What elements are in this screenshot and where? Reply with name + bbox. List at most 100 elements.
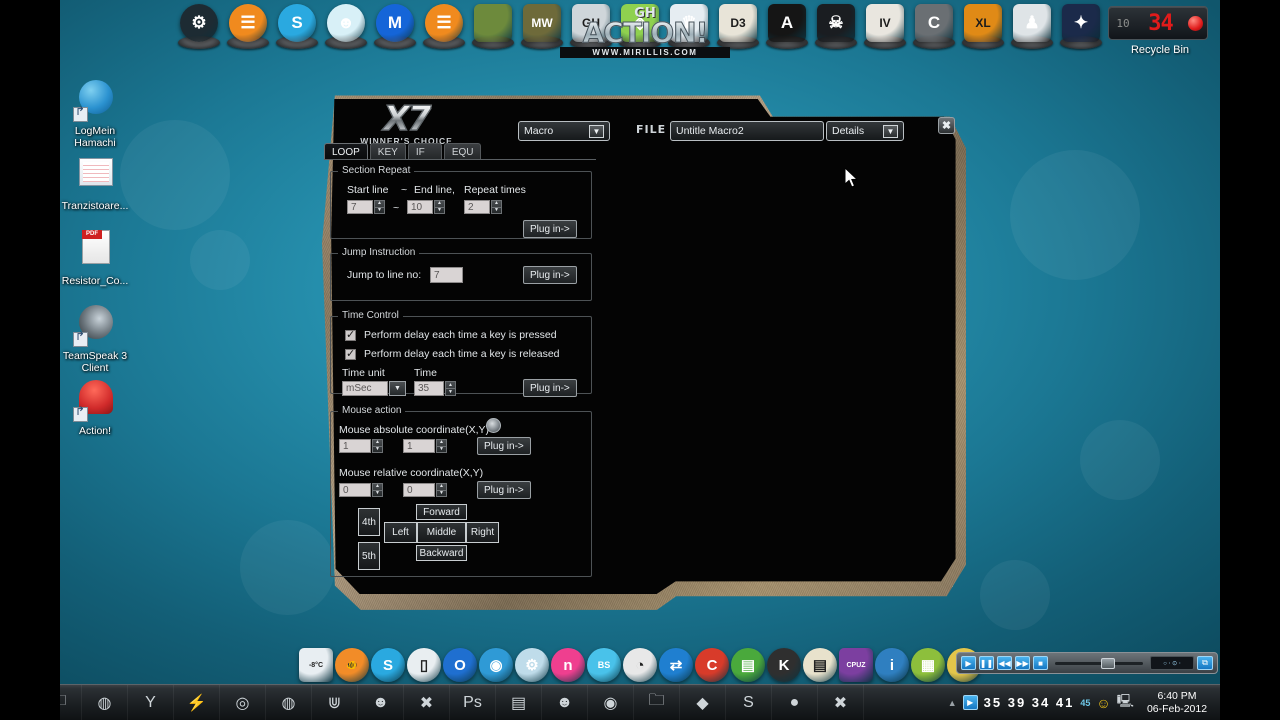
tab-if[interactable]: IF bbox=[407, 143, 442, 160]
jump-instruction-plugin-button[interactable]: Plug in-> bbox=[523, 266, 577, 284]
forward-icon[interactable]: ▶▶ bbox=[1015, 656, 1030, 670]
details-dropdown[interactable]: Details ▼ bbox=[826, 121, 904, 141]
mouse-abs-y-spin-buttons[interactable]: ▲ ▼ bbox=[436, 439, 447, 453]
tab-equ[interactable]: EQU bbox=[443, 143, 482, 160]
mouse-abs-y-input[interactable]: 1 bbox=[403, 439, 435, 453]
repeat-times-spin-buttons[interactable]: ▲ ▼ bbox=[491, 200, 502, 214]
end-line-input[interactable]: 10 bbox=[407, 200, 433, 214]
taskbar-x7b[interactable]: ✖ bbox=[818, 684, 864, 720]
nero-icon[interactable]: n bbox=[551, 648, 585, 682]
teamviewer-icon[interactable]: ⇄ bbox=[659, 648, 693, 682]
xl-2012-icon[interactable]: XL bbox=[964, 4, 1002, 42]
k-lite-icon[interactable]: K bbox=[767, 648, 801, 682]
mouse-4th-button[interactable]: 4th bbox=[358, 508, 380, 536]
tray-smiley-icon[interactable]: ☺ bbox=[1096, 695, 1110, 711]
picasa-icon[interactable]: ◔ bbox=[623, 648, 657, 682]
start-line-input[interactable]: 7 bbox=[347, 200, 373, 214]
taskbar-orc[interactable]: ☻ bbox=[542, 684, 588, 720]
skull-icon[interactable]: ☠ bbox=[817, 4, 855, 42]
opera-icon[interactable]: O bbox=[443, 648, 477, 682]
rewind-icon[interactable]: ◀◀ bbox=[997, 656, 1012, 670]
end-line-spin-buttons[interactable]: ▲ ▼ bbox=[434, 200, 445, 214]
taskbar-nero[interactable]: ◆ bbox=[680, 684, 726, 720]
crysis-icon[interactable]: C bbox=[915, 4, 953, 42]
clownfish-icon[interactable]: 🐠 bbox=[335, 648, 369, 682]
bs-player-icon[interactable]: BS bbox=[587, 648, 621, 682]
close-button[interactable]: ✖ bbox=[938, 117, 955, 134]
mouse-absolute-plugin-button[interactable]: Plug in-> bbox=[477, 437, 531, 455]
mouse-abs-y-stepper[interactable]: 1 ▲ ▼ bbox=[403, 439, 447, 453]
spin-down-icon[interactable]: ▼ bbox=[375, 207, 384, 214]
slider-knob[interactable] bbox=[1100, 657, 1115, 669]
repeat-times-input[interactable]: 2 bbox=[464, 200, 490, 214]
utorrent-icon[interactable]: ◉ bbox=[479, 648, 513, 682]
taskbar-photoshop[interactable]: Ps bbox=[450, 684, 496, 720]
repeat-times-stepper[interactable]: 2 ▲ ▼ bbox=[464, 200, 502, 214]
time-unit-dropdown[interactable]: mSec ▼ bbox=[342, 381, 406, 396]
taskbar-bsplayer[interactable]: ⋓ bbox=[312, 684, 358, 720]
chevron-down-icon[interactable]: ▼ bbox=[389, 381, 406, 396]
taskbar-skype[interactable]: S bbox=[726, 684, 772, 720]
pause-icon[interactable]: ❚❚ bbox=[979, 656, 994, 670]
spin-down-icon[interactable]: ▼ bbox=[373, 446, 382, 453]
dock-item-18[interactable]: ✦ bbox=[1058, 4, 1104, 52]
dock-item-12[interactable]: A bbox=[764, 4, 810, 52]
dock-item-6[interactable] bbox=[470, 4, 516, 52]
perform-delay-pressed-checkbox[interactable] bbox=[345, 328, 356, 341]
counter-strike-icon[interactable]: ♟ bbox=[1013, 4, 1051, 42]
show-hidden-icons-button[interactable]: ▲ bbox=[948, 698, 957, 708]
green-app-icon[interactable]: ▦ bbox=[911, 648, 945, 682]
taskbar-folder[interactable]: 🗀 bbox=[634, 684, 680, 720]
spin-down-icon[interactable]: ▼ bbox=[437, 446, 446, 453]
macro-file-name-input[interactable]: Untitle Macro2 bbox=[670, 121, 824, 141]
desktop-icon-tranzistoare-file[interactable]: Tranzistoare... bbox=[52, 153, 138, 212]
chevron-down-icon[interactable]: ▼ bbox=[883, 124, 898, 138]
perform-delay-released-row[interactable]: Perform delay each time a key is release… bbox=[345, 347, 560, 360]
start-line-spin-buttons[interactable]: ▲ ▼ bbox=[374, 200, 385, 214]
desktop-icon-logmein-hamachi[interactable]: LogMeinHamachi bbox=[52, 78, 138, 149]
tray-player-icon[interactable]: ▶ bbox=[962, 695, 978, 710]
mouse-abs-x-spin-buttons[interactable]: ▲ ▼ bbox=[372, 439, 383, 453]
intel-icon[interactable]: i bbox=[875, 648, 909, 682]
media-expand-icon[interactable]: ⧉ bbox=[1197, 656, 1213, 670]
taskbar[interactable]: ⠿ 🗀◍Y⚡◎◍⋓☻✖Ps▤☻◉🗀◆S●✖ ▲ ▶ 35 39 34 41 45… bbox=[0, 684, 1280, 720]
desktop-icon-resistor-pdf[interactable]: PDF Resistor_Co... bbox=[52, 228, 138, 287]
steam-icon[interactable]: ⚙ bbox=[180, 4, 218, 42]
mouse-forward-button[interactable]: Forward bbox=[416, 504, 467, 520]
wow-orc-icon[interactable] bbox=[474, 4, 512, 42]
mouse-abs-x-input[interactable]: 1 bbox=[339, 439, 371, 453]
mouse-abs-x-stepper[interactable]: 1 ▲ ▼ bbox=[339, 439, 383, 453]
crosshair-icon[interactable] bbox=[486, 418, 501, 433]
chevron-down-icon[interactable]: ▼ bbox=[589, 124, 604, 138]
jump-to-line-input[interactable]: 7 bbox=[430, 267, 463, 283]
taskbar-yahoo[interactable]: Y bbox=[128, 684, 174, 720]
taskbar-firefox[interactable]: ◍ bbox=[82, 684, 128, 720]
media-slider[interactable] bbox=[1055, 657, 1143, 669]
orange-menu-icon[interactable]: ☰ bbox=[229, 4, 267, 42]
spin-down-icon[interactable]: ▼ bbox=[435, 207, 444, 214]
skype-icon[interactable]: S bbox=[278, 4, 316, 42]
taskbar-action[interactable]: ● bbox=[772, 684, 818, 720]
tray-network-icon[interactable]: 🖳 bbox=[1117, 692, 1134, 714]
dock-item-15[interactable]: C bbox=[911, 4, 957, 52]
dock-item-4[interactable]: M bbox=[372, 4, 418, 52]
time-control-plugin-button[interactable]: Plug in-> bbox=[523, 379, 577, 397]
play-icon[interactable]: ▶ bbox=[961, 656, 976, 670]
notepad-icon[interactable]: ▤ bbox=[803, 648, 837, 682]
end-line-stepper[interactable]: 10 ▲ ▼ bbox=[407, 200, 445, 214]
x7-tabs[interactable]: LOOP KEY IF EQU bbox=[324, 143, 482, 160]
desktop-icon-teamspeak3-client[interactable]: TeamSpeak 3Client bbox=[52, 303, 138, 374]
section-repeat-plugin-button[interactable]: Plug in-> bbox=[523, 220, 577, 238]
taskbar-wow[interactable]: ☻ bbox=[358, 684, 404, 720]
dock-item-0[interactable]: ⚙ bbox=[176, 4, 222, 52]
chart-icon[interactable]: ▤ bbox=[731, 648, 765, 682]
mouse-rel-x-spin-buttons[interactable]: ▲ ▼ bbox=[372, 483, 383, 497]
dock-item-2[interactable]: S bbox=[274, 4, 320, 52]
mouse-backward-button[interactable]: Backward bbox=[416, 545, 467, 561]
mouse-rel-x-input[interactable]: 0 bbox=[339, 483, 371, 497]
mouse-right-button[interactable]: Right bbox=[466, 522, 499, 543]
mouse-rel-x-stepper[interactable]: 0 ▲ ▼ bbox=[339, 483, 383, 497]
nfs-mw-icon[interactable]: MW bbox=[523, 4, 561, 42]
start-line-stepper[interactable]: 7 ▲ ▼ bbox=[347, 200, 385, 214]
taskbar-steam[interactable]: ◉ bbox=[588, 684, 634, 720]
